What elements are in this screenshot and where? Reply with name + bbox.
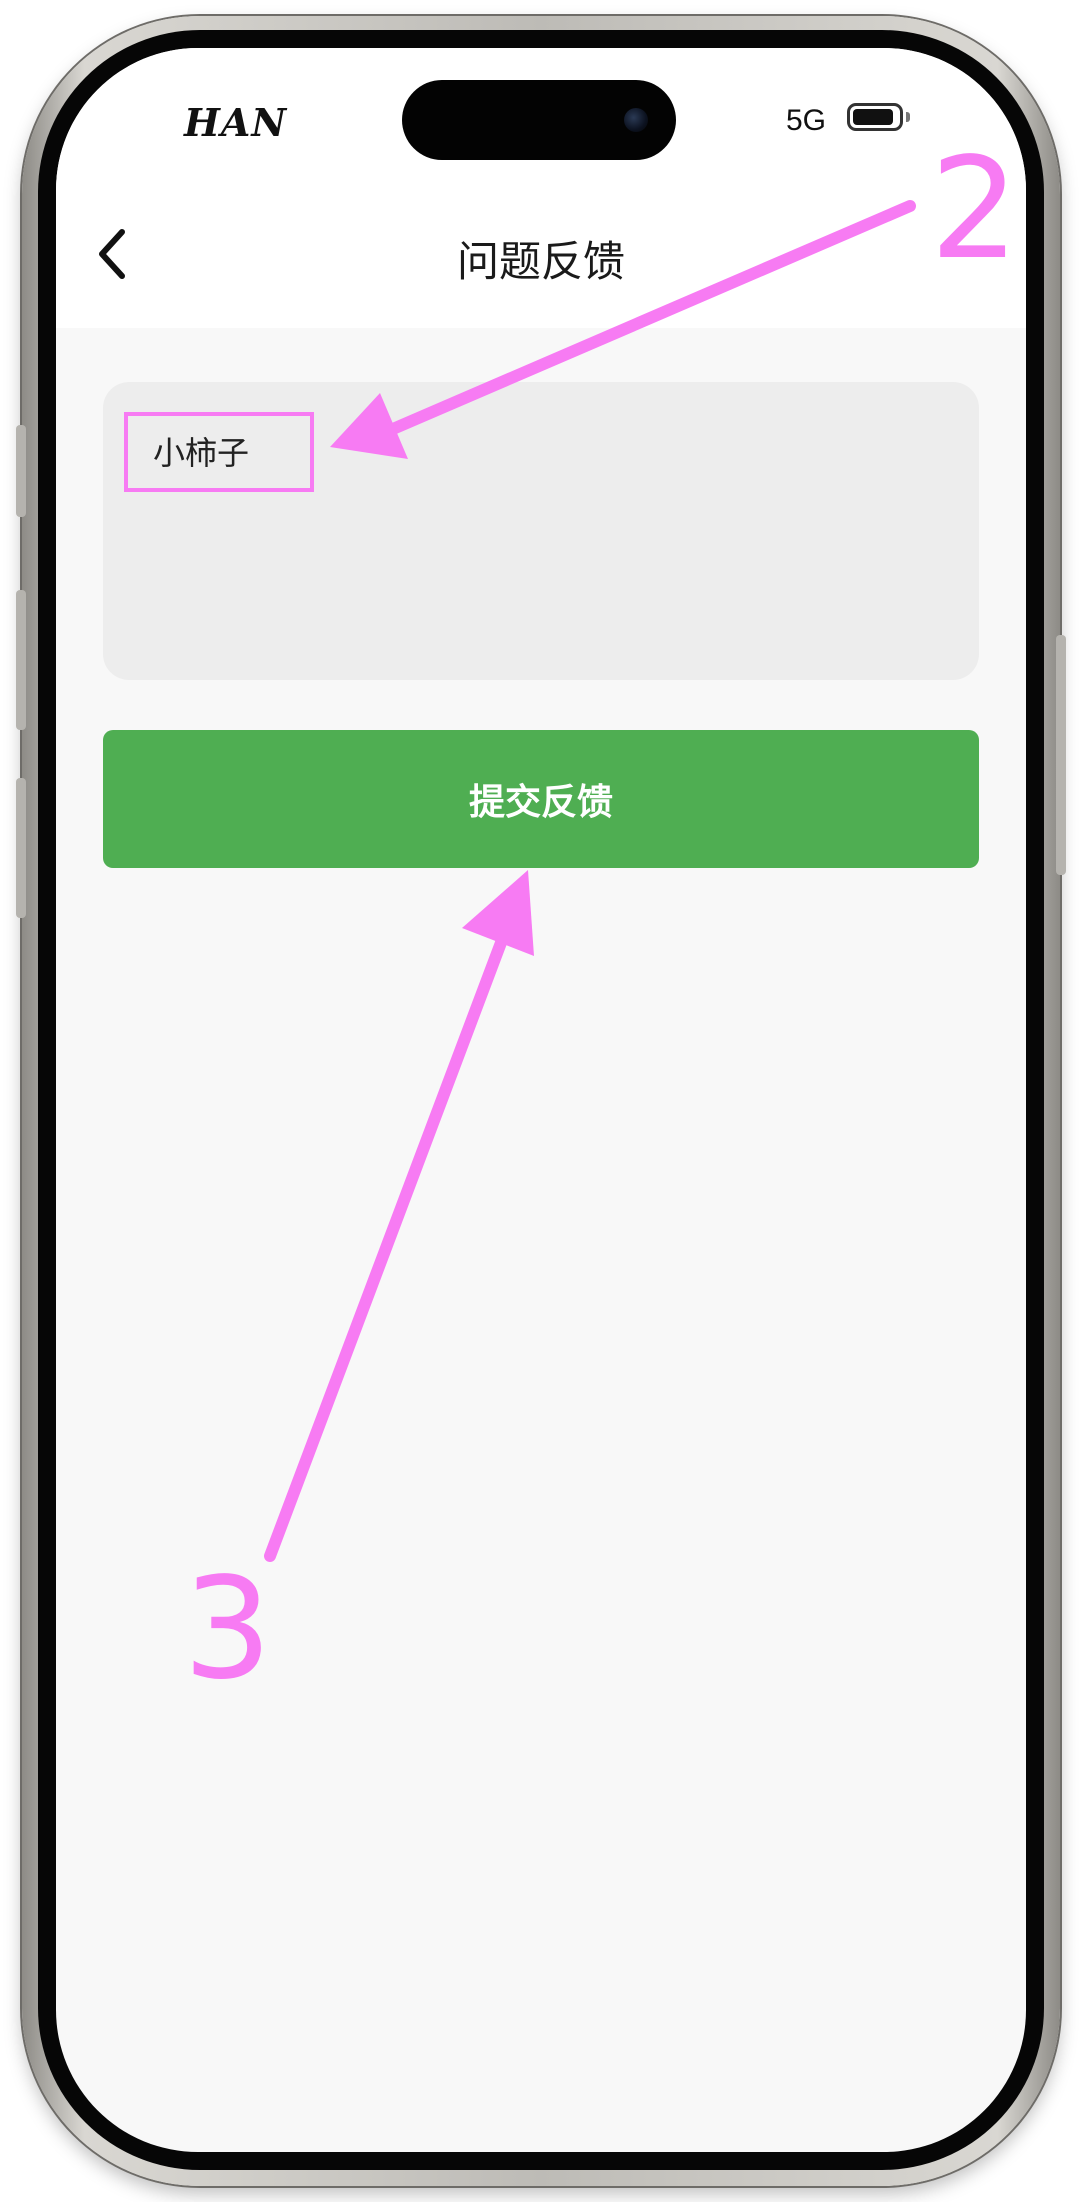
dynamic-island <box>402 80 676 160</box>
annotation-highlight-box <box>124 412 314 492</box>
app-screen: HAN 5G 问题反馈 小柿子 提交反馈 <box>56 48 1026 2152</box>
navigation-bar: 问题反馈 <box>56 188 1026 328</box>
front-camera-icon <box>624 108 648 132</box>
battery-level <box>853 109 893 125</box>
status-bar: HAN 5G <box>56 48 1026 188</box>
feedback-input[interactable]: 小柿子 <box>103 382 979 680</box>
volume-down-button <box>16 778 26 918</box>
volume-up-button <box>16 590 26 730</box>
power-button <box>1056 635 1066 875</box>
battery-icon <box>847 103 903 131</box>
battery-cap <box>906 112 910 122</box>
annotation-number-2: 2 <box>930 128 1020 291</box>
submit-feedback-button[interactable]: 提交反馈 <box>103 730 979 868</box>
page-title: 问题反馈 <box>456 237 625 286</box>
annotation-number-3: 3 <box>183 1548 273 1711</box>
network-indicator: 5G <box>786 104 827 137</box>
action-button <box>16 425 26 517</box>
carrier-label: HAN <box>184 100 288 145</box>
